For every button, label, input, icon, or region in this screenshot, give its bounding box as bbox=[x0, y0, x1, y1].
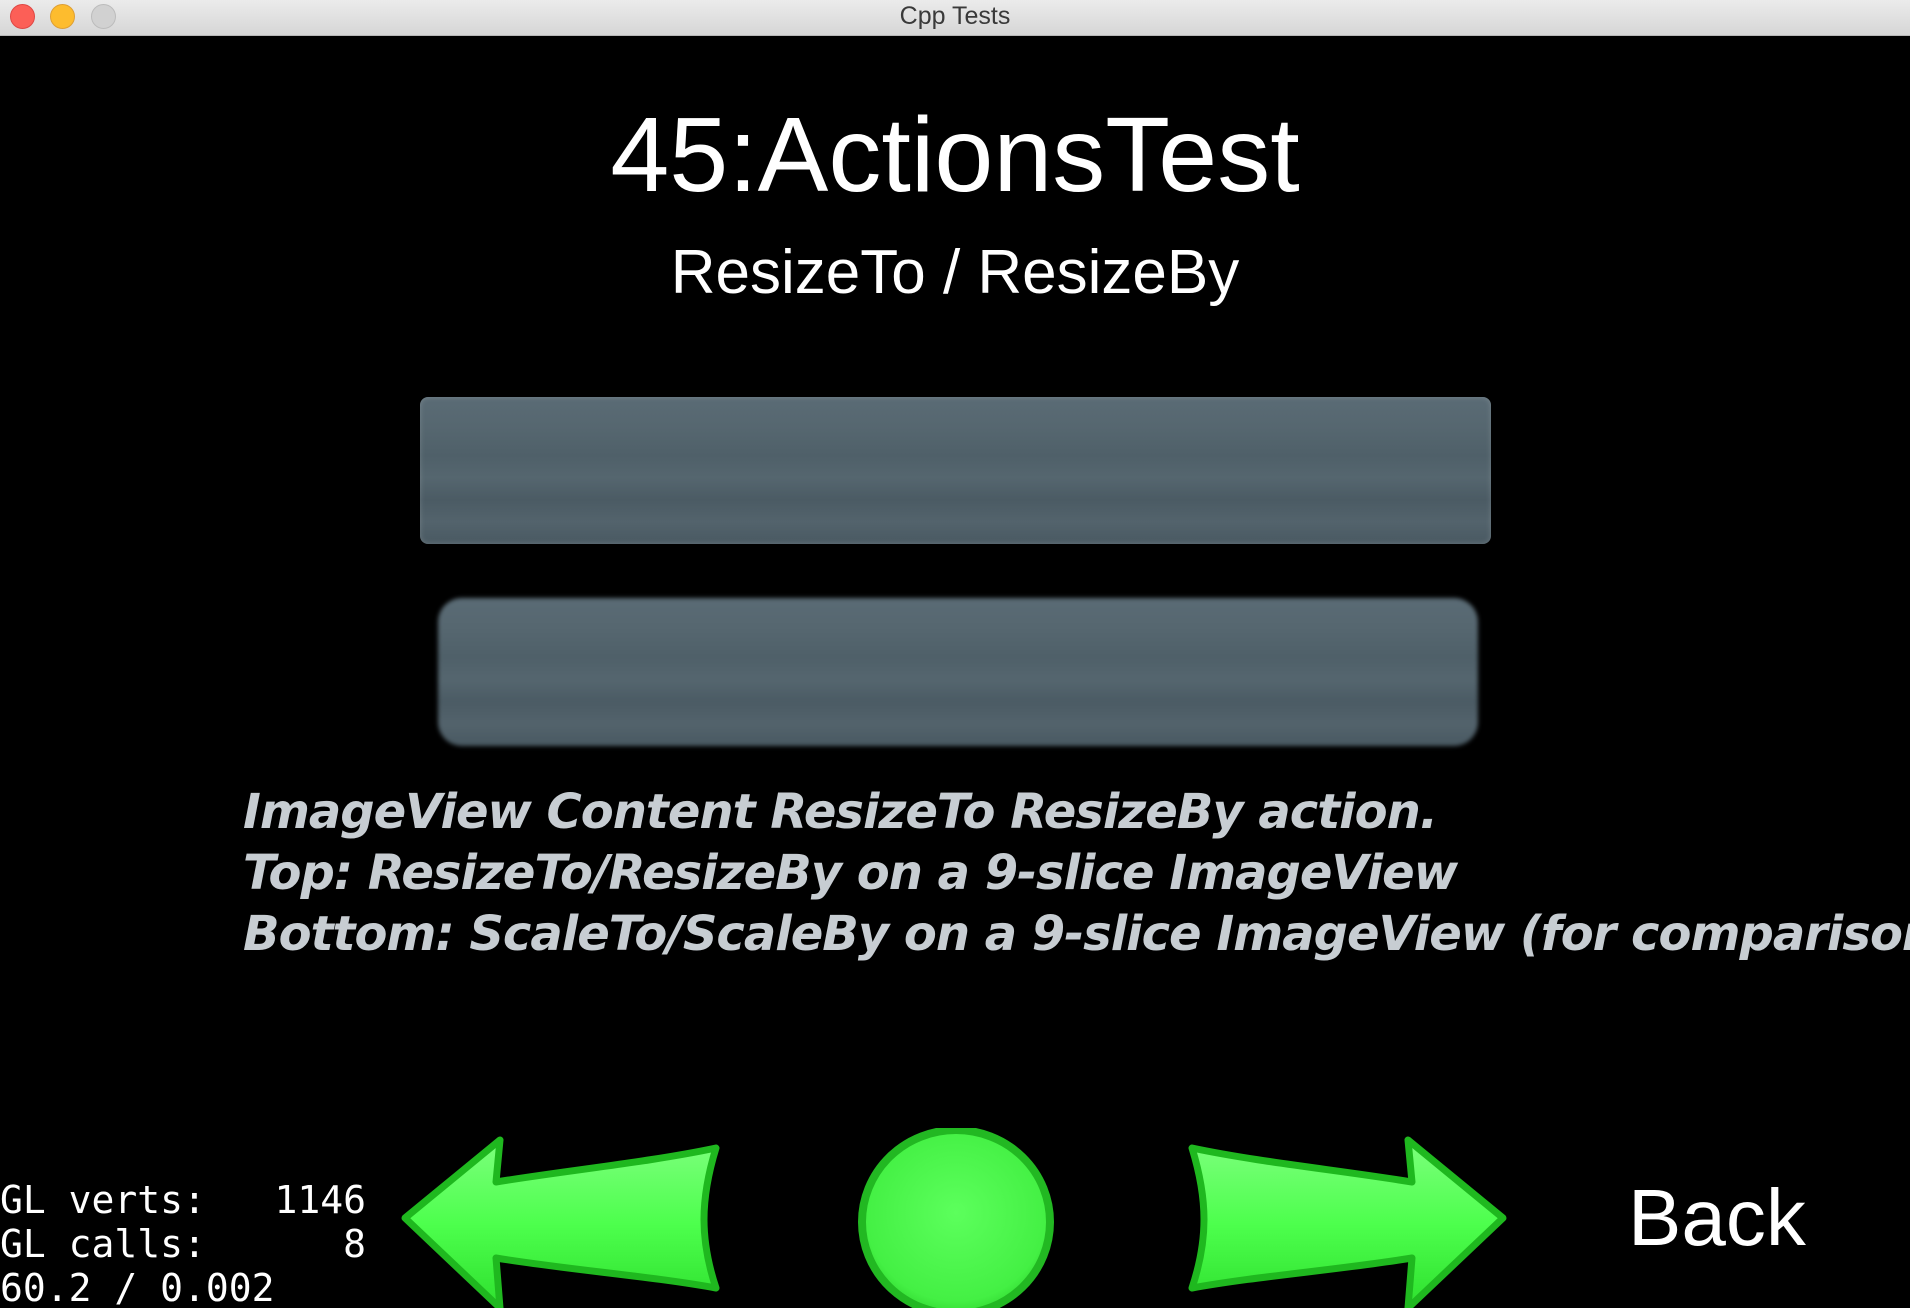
scene-subtitle: ResizeTo / ResizeBy bbox=[670, 238, 1240, 307]
left-arrow-icon[interactable] bbox=[400, 1130, 720, 1308]
description-line: Bottom: ScaleTo/ScaleBy on a 9-slice Ima… bbox=[243, 906, 1910, 962]
resize-image-view bbox=[420, 397, 1491, 544]
gl-verts: GL verts: 1146 bbox=[0, 1178, 367, 1222]
restart-circle-icon[interactable] bbox=[856, 1128, 1056, 1308]
description-line: ImageView Content ResizeTo ResizeBy acti… bbox=[243, 784, 1438, 840]
fps-readout: 60.2 / 0.002 bbox=[0, 1266, 275, 1308]
right-arrow-icon[interactable] bbox=[1188, 1130, 1508, 1308]
window-titlebar: Cpp Tests bbox=[0, 0, 1910, 36]
window-title: Cpp Tests bbox=[899, 2, 1011, 30]
back-button[interactable]: Back bbox=[1628, 1170, 1806, 1266]
app-window: Cpp Tests 45:ActionsTest ResizeTo / Resi… bbox=[0, 0, 1910, 1308]
scene-title: 45:ActionsTest bbox=[610, 96, 1300, 214]
test-description: ImageView Content ResizeTo ResizeBy acti… bbox=[243, 782, 1910, 965]
gl-stats: GL verts: 1146 GL calls: 8 60.2 / 0.002 bbox=[0, 1178, 366, 1308]
description-line: Top: ResizeTo/ResizeBy on a 9-slice Imag… bbox=[243, 845, 1458, 901]
gl-calls: GL calls: 8 bbox=[0, 1222, 367, 1266]
scale-image-view bbox=[438, 598, 1478, 746]
